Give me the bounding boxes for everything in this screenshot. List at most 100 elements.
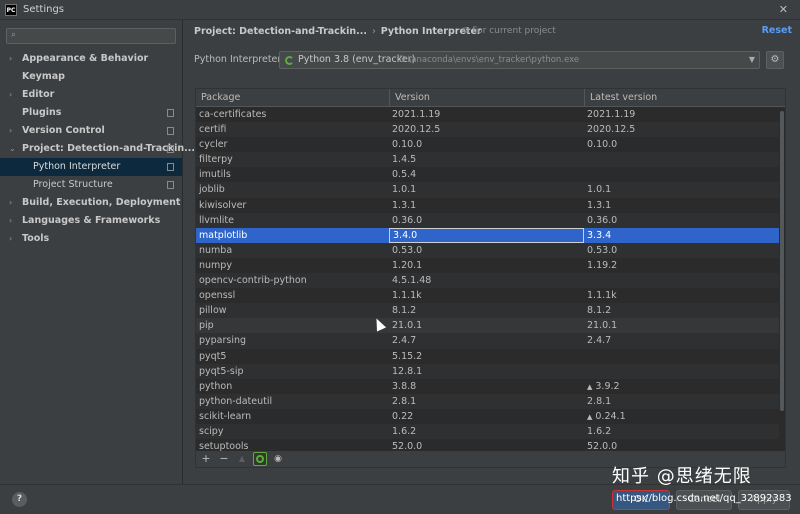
package-latest-version-cell: 1.0.1 <box>584 182 779 197</box>
table-row[interactable]: openssl 1.1.1k 1.1.1k <box>196 288 779 303</box>
search-icon: ⌕ <box>11 30 17 40</box>
package-version-cell: 21.0.1 <box>392 320 423 332</box>
sidebar-item-languages[interactable]: › Languages & Frameworks <box>0 212 182 230</box>
sidebar-item-keymap[interactable]: Keymap <box>0 68 182 86</box>
package-version-cell: 2.8.1 <box>392 395 417 407</box>
sidebar-item-appearance[interactable]: › Appearance & Behavior <box>0 50 182 68</box>
latest-version-text: 1.6.2 <box>587 425 612 437</box>
package-version-cell: 1.6.2 <box>392 425 417 437</box>
package-version-cell: 3.4.0 <box>389 227 584 243</box>
package-name-cell: filterpy <box>199 154 233 166</box>
table-row[interactable]: pip 21.0.1 21.0.1 <box>196 318 779 334</box>
package-version-cell: 4.5.1.48 <box>392 275 432 287</box>
sidebar-item-plugins[interactable]: Plugins <box>0 104 182 122</box>
table-row[interactable]: filterpy 1.4.5 <box>196 152 779 168</box>
project-settings-icon <box>167 127 174 135</box>
column-header-package[interactable]: Package <box>196 89 390 107</box>
upgrade-available-icon: ▲ <box>587 382 593 391</box>
use-conda-package-manager-icon[interactable] <box>253 452 267 466</box>
table-body: ca-certificates 2021.1.19 2021.1.19 certifi… <box>196 107 779 451</box>
table-row[interactable]: matplotlib 3.4.0 3.3.4 <box>196 227 779 243</box>
chevron-right-icon[interactable]: › <box>9 194 12 212</box>
sidebar-item-python-interpreter[interactable]: Python Interpreter <box>0 158 182 176</box>
table-row[interactable]: pillow 8.1.2 8.1.2 <box>196 303 779 319</box>
package-version-cell: 12.8.1 <box>392 365 423 377</box>
table-row[interactable]: python-dateutil 2.8.1 2.8.1 <box>196 393 779 409</box>
chevron-right-icon[interactable]: › <box>9 212 12 230</box>
package-latest-version-cell: 1.6.2 <box>584 424 779 439</box>
table-row[interactable]: ca-certificates 2021.1.19 2021.1.19 <box>196 107 779 122</box>
package-name-cell: llvmlite <box>199 214 235 226</box>
package-name-cell: opencv-contrib-python <box>199 275 307 287</box>
table-row[interactable]: numpy 1.20.1 1.19.2 <box>196 258 779 273</box>
settings-search-field[interactable]: ⌕ <box>6 28 176 44</box>
package-latest-version-cell: 3.3.4 <box>584 228 779 243</box>
table-row[interactable]: scipy 1.6.2 1.6.2 <box>196 423 779 440</box>
interpreter-path: D:\anaconda\envs\env_tracker\python.exe <box>399 55 580 65</box>
python-interpreter-icon <box>285 56 294 65</box>
column-header-version[interactable]: Version <box>390 89 585 107</box>
table-row[interactable]: pyqt5 5.15.2 <box>196 349 779 364</box>
table-row[interactable]: llvmlite 0.36.0 0.36.0 <box>196 212 779 228</box>
settings-sidebar: ⌕ › Appearance & Behavior Keymap › Edito… <box>0 20 195 484</box>
upgrade-package-icon[interactable]: ▲ <box>235 452 249 466</box>
show-early-releases-icon[interactable]: ◉ <box>271 452 285 466</box>
interpreter-name: Python 3.8 (env_tracker) <box>298 54 416 65</box>
table-row[interactable]: pyqt5-sip 12.8.1 <box>196 363 779 379</box>
column-header-latest-version[interactable]: Latest version <box>585 89 785 107</box>
interpreter-settings-button[interactable]: ⚙ <box>766 51 784 69</box>
watermark-zhihu: 知乎 @思绪无限 <box>612 466 752 487</box>
chevron-right-icon[interactable]: › <box>9 50 12 68</box>
table-scrollbar[interactable] <box>779 107 785 451</box>
chevron-down-icon[interactable]: ⌄ <box>9 140 16 158</box>
sidebar-item-tools[interactable]: › Tools <box>0 230 182 248</box>
packages-table: Package Version Latest version ca-certif… <box>195 88 786 452</box>
table-row[interactable]: imutils 0.5.4 <box>196 167 779 182</box>
table-row[interactable]: certifi 2020.12.5 2020.12.5 <box>196 122 779 138</box>
latest-version-text: 0.36.0 <box>587 214 618 226</box>
sidebar-item-editor[interactable]: › Editor <box>0 86 182 104</box>
latest-version-text: 0.53.0 <box>587 244 618 256</box>
settings-tree: › Appearance & Behavior Keymap › Editor … <box>0 50 195 248</box>
latest-version-text: 21.0.1 <box>587 320 618 332</box>
table-row[interactable]: scikit-learn 0.22 ▲ 0.24.1 <box>196 409 779 424</box>
package-latest-version-cell: ▲ 0.24.1 <box>584 409 779 425</box>
table-row[interactable]: opencv-contrib-python 4.5.1.48 <box>196 273 779 289</box>
scrollbar-thumb[interactable] <box>780 111 784 411</box>
latest-version-text: 0.10.0 <box>587 139 618 151</box>
table-row[interactable]: cycler 0.10.0 0.10.0 <box>196 137 779 152</box>
table-row[interactable]: numba 0.53.0 0.53.0 <box>196 242 779 258</box>
reset-link[interactable]: Reset <box>762 25 792 36</box>
table-row[interactable]: python 3.8.8 ▲ 3.9.2 <box>196 379 779 394</box>
table-row[interactable]: pyparsing 2.4.7 2.4.7 <box>196 333 779 349</box>
table-row[interactable]: joblib 1.0.1 1.0.1 <box>196 182 779 198</box>
close-icon[interactable]: ✕ <box>779 3 788 16</box>
sidebar-item-label: Plugins <box>22 107 62 118</box>
help-button[interactable]: ? <box>12 492 27 507</box>
table-row[interactable]: kiwisolver 1.3.1 1.3.1 <box>196 198 779 213</box>
chevron-right-icon[interactable]: › <box>9 86 12 104</box>
breadcrumb-separator-icon: › <box>371 26 376 37</box>
package-version-cell: 3.8.8 <box>392 380 417 392</box>
sidebar-item-label: Version Control <box>22 125 105 136</box>
chevron-down-icon[interactable]: ▼ <box>749 55 755 64</box>
chevron-right-icon[interactable]: › <box>9 230 12 248</box>
interpreter-select[interactable]: Python 3.8 (env_tracker) D:\anaconda\env… <box>279 51 760 69</box>
add-package-icon[interactable]: + <box>199 452 213 466</box>
package-latest-version-cell: 0.53.0 <box>584 243 779 258</box>
remove-package-icon[interactable]: − <box>217 452 231 466</box>
sidebar-item-project[interactable]: ⌄ Project: Detection-and-Trackin... <box>0 140 195 158</box>
chevron-right-icon[interactable]: › <box>9 122 12 140</box>
package-name-cell: python-dateutil <box>199 395 273 407</box>
sidebar-item-project-structure[interactable]: Project Structure <box>0 176 182 194</box>
sidebar-item-build[interactable]: › Build, Execution, Deployment <box>0 194 182 212</box>
package-name-cell: pyparsing <box>199 335 247 347</box>
package-latest-version-cell: ▲ 3.9.2 <box>584 379 779 395</box>
settings-search-input[interactable] <box>23 30 173 42</box>
sidebar-item-version-control[interactable]: › Version Control <box>0 122 182 140</box>
package-version-cell: 1.4.5 <box>392 154 417 166</box>
latest-version-text: 2021.1.19 <box>587 109 636 120</box>
package-latest-version-cell: 2020.12.5 <box>584 122 779 137</box>
breadcrumb: Project: Detection-and-Trackin... › Python… <box>194 26 482 40</box>
project-settings-icon <box>167 181 174 189</box>
